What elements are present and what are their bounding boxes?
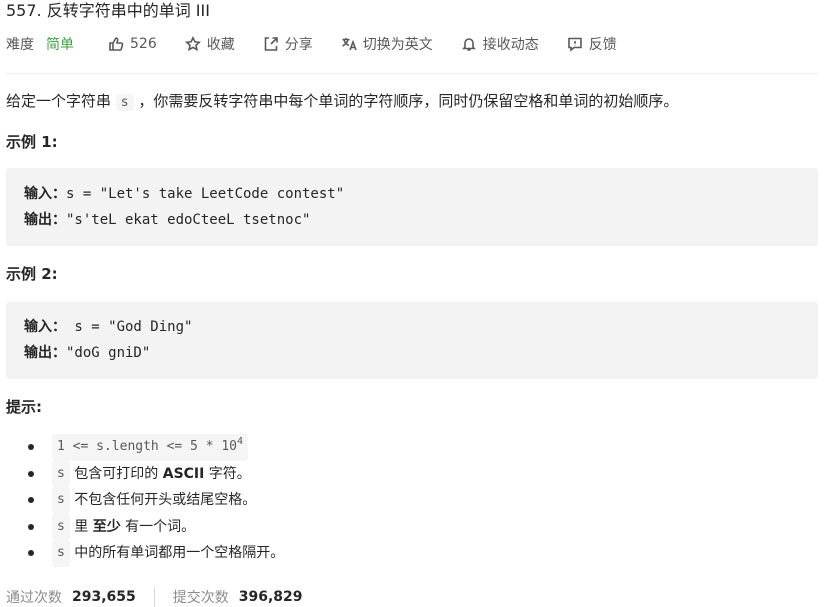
constraints-list: 1 <= s.length <= 5 * 104 s 包含可打印的 ASCII …	[28, 434, 284, 567]
inline-code: s	[52, 487, 70, 514]
constraint-bold: 至少	[92, 518, 121, 535]
constraints-heading: 提示:	[6, 398, 42, 416]
inline-code: s	[52, 513, 70, 540]
example-1-heading: 示例 1:	[6, 133, 58, 151]
example-2-heading: 示例 2:	[6, 265, 58, 283]
accepted-count: 293,655	[72, 589, 136, 605]
input-label: 输入：	[24, 319, 66, 335]
inline-code: s	[52, 540, 70, 567]
example-1-input: s = "Let's take LeetCode contest"	[66, 186, 345, 202]
favorite-button[interactable]: 收藏	[184, 34, 235, 54]
subscribe-button[interactable]: 接收动态	[461, 34, 539, 54]
inline-code: s	[52, 460, 70, 487]
list-item: s 包含可打印的 ASCII 字符。	[28, 460, 284, 487]
header-divider	[6, 73, 818, 74]
problem-meta-bar: 难度 简单 526 收藏 分享 切换为英文 接收动态 反馈	[6, 33, 645, 55]
output-label: 输出：	[24, 345, 66, 361]
constraint-bold: ASCII	[162, 465, 205, 482]
list-item: 1 <= s.length <= 5 * 104	[28, 434, 284, 461]
constraint-text: 不包含任何开头或结尾空格。	[69, 492, 257, 508]
list-item: s 里 至少 有一个词。	[28, 513, 284, 540]
example-2-input: s = "God Ding"	[66, 319, 193, 335]
input-label: 输入：	[24, 186, 66, 202]
translate-icon	[341, 38, 357, 51]
description-text-cont: ，你需要反转字符串中每个单词的字符顺序，同时仍保留空格和单词的初始顺序。	[133, 92, 679, 110]
bullet	[28, 550, 34, 557]
bullet	[28, 523, 34, 530]
share-icon	[264, 37, 278, 51]
submission-stats: 通过次数 293,655 提交次数 396,829	[6, 587, 303, 607]
example-1-output: "s'teL ekat edoCteeL tsetnoc"	[66, 212, 311, 228]
feedback-button[interactable]: 反馈	[567, 34, 617, 54]
constraint-text: 有一个词。	[120, 518, 196, 535]
share-label: 分享	[284, 37, 313, 53]
bullet	[28, 497, 34, 504]
bullet	[28, 470, 34, 477]
difficulty-label: 难度	[6, 37, 34, 53]
feedback-label: 反馈	[588, 37, 617, 53]
description-text: 给定一个字符串	[6, 92, 116, 110]
translate-label: 切换为英文	[362, 37, 433, 53]
example-2-output: "doG gniD"	[66, 345, 151, 361]
bullet	[28, 444, 34, 451]
output-label: 输出：	[24, 212, 66, 228]
constraint-text: 中的所有单词都用一个空格隔开。	[69, 545, 285, 561]
constraint-text: 包含可打印的	[69, 465, 163, 482]
like-button[interactable]: 526	[108, 36, 157, 52]
thumbs-up-icon	[109, 37, 124, 51]
example-1-block: 输入：s = "Let's take LeetCode contest" 输出：…	[6, 168, 818, 246]
difficulty-badge: 简单	[46, 37, 74, 53]
star-icon	[184, 36, 201, 52]
list-item: s 不包含任何开头或结尾空格。	[28, 487, 284, 514]
share-button[interactable]: 分享	[263, 34, 313, 54]
problem-description: 给定一个字符串 s ，你需要反转字符串中每个单词的字符顺序，同时仍保留空格和单词…	[6, 90, 678, 114]
stats-divider	[153, 587, 155, 607]
translate-button[interactable]: 切换为英文	[341, 34, 433, 54]
favorite-label: 收藏	[206, 37, 235, 53]
constraint-text: 里	[69, 518, 93, 535]
feedback-icon	[567, 37, 582, 52]
bell-icon	[461, 38, 476, 51]
example-2-block: 输入： s = "God Ding" 输出："doG gniD"	[6, 302, 818, 379]
accepted-label: 通过次数	[6, 590, 62, 606]
submitted-label: 提交次数	[172, 590, 229, 606]
constraint-text: 字符。	[204, 465, 251, 482]
inline-code: s	[115, 94, 134, 111]
submitted-count: 396,829	[238, 589, 303, 605]
like-count: 526	[130, 36, 157, 52]
list-item: s 中的所有单词都用一个空格隔开。	[28, 540, 284, 567]
subscribe-label: 接收动态	[482, 37, 539, 53]
problem-title: 557. 反转字符串中的单词 III	[6, 1, 210, 20]
inline-code: 1 <= s.length <= 5 * 104	[52, 434, 249, 461]
